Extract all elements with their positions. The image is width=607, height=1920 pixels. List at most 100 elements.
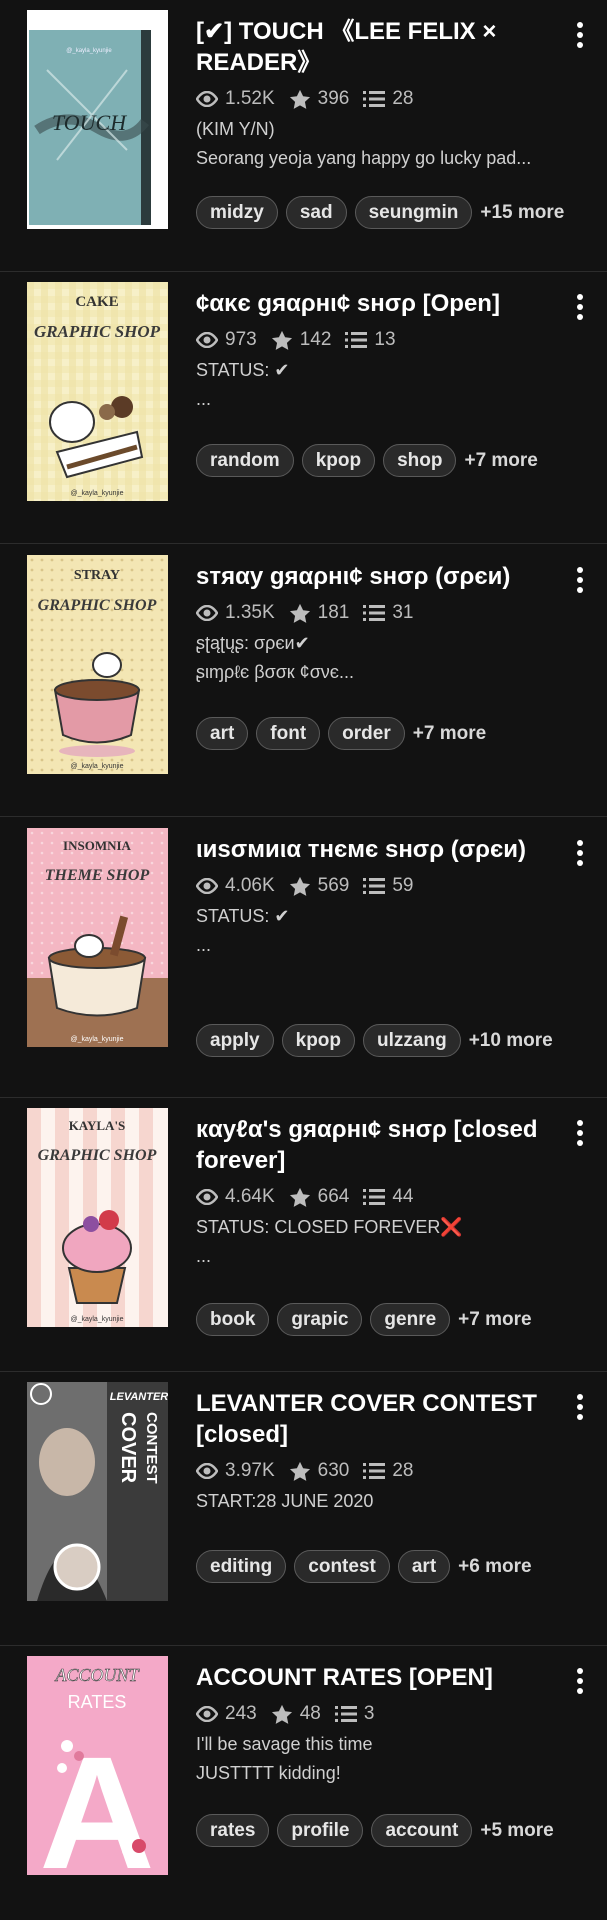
svg-text:@_kayla_kyunjie: @_kayla_kyunjie [70,490,123,497]
parts-count: 28 [392,1460,414,1481]
more-vertical-icon[interactable] [575,840,585,870]
more-tags-link[interactable]: +7 more [464,450,537,472]
more-vertical-icon[interactable] [575,1120,585,1150]
star-icon [289,1187,310,1207]
votes-count: 664 [317,1186,350,1207]
tag[interactable]: art [196,717,249,750]
more-tags-link[interactable]: +7 more [458,1309,531,1331]
story-cover[interactable]: LEVANTER COVER CONTEST [27,1382,168,1601]
tag[interactable]: contest [294,1550,390,1583]
story-desc-line2: ... [196,1246,212,1266]
tag-row: apply kpop ulzzang +10 more [196,1024,553,1057]
story-cover[interactable]: CAKE GRAPHIC SHOP @_kayla_kyunjie [27,282,168,501]
svg-text:GRAPHIC SHOP: GRAPHIC SHOP [34,322,161,341]
svg-text:COVER: COVER [117,1412,139,1484]
eye-icon [196,605,218,621]
tag[interactable]: kpop [301,444,376,477]
eye-icon [196,1463,218,1479]
more-vertical-icon[interactable] [575,567,585,597]
story-stats: 4.06K 569 59 [196,872,571,900]
parts-count: 3 [363,1703,375,1724]
more-tags-link[interactable]: +7 more [413,723,486,745]
tag[interactable]: art [397,1550,451,1583]
tag[interactable]: apply [196,1024,274,1057]
story-desc-line2: Seorang yeoja yang happy go lucky pad... [196,148,532,168]
tag[interactable]: random [196,444,294,477]
tag[interactable]: ulzzang [363,1024,461,1057]
tag[interactable]: font [256,717,321,750]
list-icon [363,878,386,894]
story-stats: 4.64K 664 44 [196,1183,571,1211]
story-card[interactable]: CAKE GRAPHIC SHOP @_kayla_kyunjie ¢ακє g… [0,272,607,544]
tag[interactable]: book [196,1303,270,1336]
svg-text:INSOMNIA: INSOMNIA [63,838,132,853]
more-vertical-icon[interactable] [575,1668,585,1698]
svg-text:THEME SHOP: THEME SHOP [45,867,150,884]
tag[interactable]: account [371,1814,473,1847]
more-tags-link[interactable]: +5 more [480,1820,553,1842]
story-stats: 973 142 13 [196,326,571,354]
votes-count: 181 [317,602,350,623]
tag[interactable]: grapic [277,1303,363,1336]
story-desc-line2: ... [196,389,212,409]
tag[interactable]: midzy [196,196,278,229]
tag[interactable]: genre [370,1303,451,1336]
tag[interactable]: profile [277,1814,364,1847]
tag[interactable]: order [328,717,405,750]
story-list: TOUCH @_kayla_kyunjie [✔] TOUCH 《LEE FEL… [0,0,607,1920]
views-count: 243 [225,1703,257,1724]
eye-icon [196,1189,218,1205]
svg-text:@_kayla_kyunjie: @_kayla_kyunjie [70,763,123,770]
more-tags-link[interactable]: +6 more [458,1556,531,1578]
story-card[interactable]: INSOMNIA THEME SHOP @_kayla_kyunjie ιиѕσ… [0,818,607,1098]
tag-row: art font order +7 more [196,717,486,750]
story-title[interactable]: LEVANTER COVER CONTEST [closed] [196,1388,571,1450]
story-title[interactable]: кαуℓα'ѕ gяαρнι¢ ѕнσρ [closed forever] [196,1114,571,1176]
svg-text:@_kayla_kyunjie: @_kayla_kyunjie [66,48,112,54]
eye-icon [196,1706,218,1722]
story-cover[interactable]: INSOMNIA THEME SHOP @_kayla_kyunjie [27,828,168,1047]
story-desc-line2: ʂιɱρℓє βσσк ¢σνє... [196,662,354,682]
cover-title: TOUCH [52,110,127,135]
tag[interactable]: seungmin [354,196,473,229]
parts-count: 31 [392,602,414,623]
story-title[interactable]: [✔] TOUCH 《LEE FELIX × READER》 [196,16,571,78]
more-tags-link[interactable]: +10 more [469,1030,553,1052]
views-count: 3.97K [225,1460,275,1481]
story-desc-line2: JUSTTTT kidding! [196,1763,341,1783]
story-cover[interactable]: KAYLA'S GRAPHIC SHOP @_kayla_kyunjie [27,1108,168,1327]
more-vertical-icon[interactable] [575,294,585,324]
svg-text:GRAPHIC SHOP: GRAPHIC SHOP [38,1147,157,1164]
tag[interactable]: kpop [281,1024,356,1057]
tag-row: editing contest art +6 more [196,1550,532,1583]
svg-text:STRAY: STRAY [74,568,120,583]
story-title[interactable]: ¢ακє gяαρнι¢ ѕнσρ [Open] [196,288,571,319]
story-card[interactable]: ACCOUNT RATES A ACCOUNT RATES [OPEN] 243… [0,1646,607,1920]
views-count: 1.35K [225,602,275,623]
star-icon [271,1704,292,1724]
story-cover[interactable]: TOUCH @_kayla_kyunjie [27,10,168,229]
story-card[interactable]: LEVANTER COVER CONTEST LEVANTER COVER CO… [0,1372,607,1646]
list-icon [334,1706,357,1722]
story-title[interactable]: ιиѕσмиια тнємє ѕнσρ (σρєи) [196,834,571,865]
story-desc-line1: I'll be savage this time [196,1734,373,1754]
views-count: 1.52K [225,88,275,109]
votes-count: 48 [299,1703,321,1724]
more-vertical-icon[interactable] [575,22,585,52]
list-icon [363,1463,386,1479]
story-title[interactable]: ѕтяαу gяαρнι¢ ѕнσρ (σρєи) [196,561,571,592]
tag[interactable]: rates [196,1814,270,1847]
story-card[interactable]: TOUCH @_kayla_kyunjie [✔] TOUCH 《LEE FEL… [0,0,607,272]
tag[interactable]: shop [383,444,457,477]
story-title[interactable]: ACCOUNT RATES [OPEN] [196,1662,571,1693]
story-cover[interactable]: STRAY GRAPHIC SHOP @_kayla_kyunjie [27,555,168,774]
star-icon [289,876,310,896]
story-cover[interactable]: ACCOUNT RATES A [27,1656,168,1875]
more-tags-link[interactable]: +15 more [480,202,564,224]
tag[interactable]: editing [196,1550,287,1583]
story-card[interactable]: STRAY GRAPHIC SHOP @_kayla_kyunjie ѕтяαу… [0,545,607,817]
more-vertical-icon[interactable] [575,1394,585,1424]
tag[interactable]: sad [285,196,347,229]
svg-text:ACCOUNT: ACCOUNT [54,1665,140,1685]
story-card[interactable]: KAYLA'S GRAPHIC SHOP @_kayla_kyunjie кαу… [0,1098,607,1372]
